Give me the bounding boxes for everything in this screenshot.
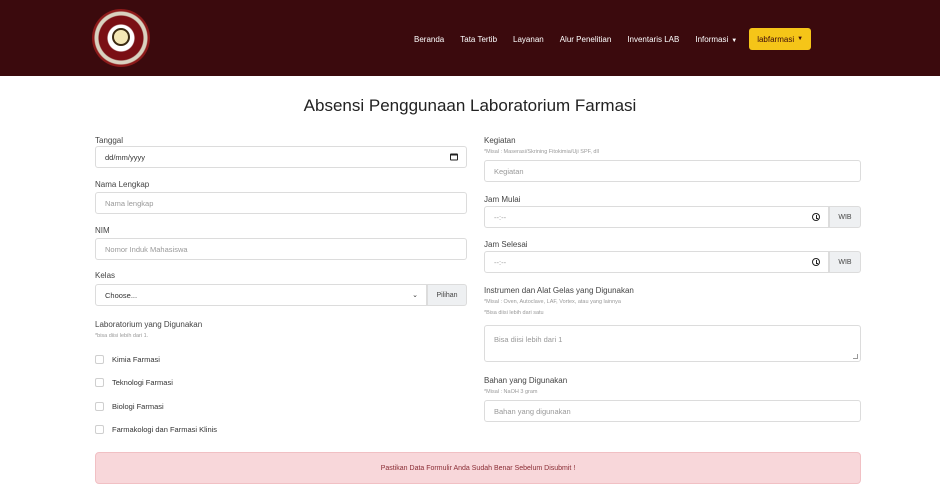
kelas-label: Kelas xyxy=(95,271,116,280)
page-title: Absensi Penggunaan Laboratorium Farmasi xyxy=(303,96,637,115)
lab-hint: *bisa diisi lebih dari 1. xyxy=(95,333,149,339)
jam-mulai-value: --:-- xyxy=(494,212,507,222)
nim-input[interactable]: Nomor Induk Mahasiswa xyxy=(95,238,467,260)
nama-placeholder: Nama lengkap xyxy=(105,198,154,208)
lab-option-farmakologi[interactable]: Farmakologi dan Farmasi Klinis xyxy=(95,425,217,434)
jam-selesai-input[interactable]: --:-- xyxy=(484,251,829,273)
kelas-value: Choose... xyxy=(105,290,138,300)
instrumen-placeholder: Bisa diisi lebih dari 1 xyxy=(494,335,563,344)
lab-option-label: Teknologi Farmasi xyxy=(112,378,173,387)
nama-input[interactable]: Nama lengkap xyxy=(95,192,467,214)
university-logo[interactable] xyxy=(92,9,150,67)
lab-option-biologi[interactable]: Biologi Farmasi xyxy=(95,402,164,411)
instrumen-hint: *Misal : Oven, Autoclave, LAF, Vortex, a… xyxy=(484,299,621,305)
instrumen-textarea[interactable]: Bisa diisi lebih dari 1 xyxy=(484,325,861,362)
nav-informasi-label: Informasi xyxy=(695,34,729,44)
nim-label: NIM xyxy=(95,226,110,235)
instrumen-hint-2: *Bisa diisi lebih dari satu xyxy=(484,310,544,316)
nav-dropdown-informasi[interactable]: Informasi ▼ xyxy=(687,35,745,44)
nav-link-layanan[interactable]: Layanan xyxy=(505,35,552,44)
nama-label: Nama Lengkap xyxy=(95,180,150,189)
nav-link-tata-tertib[interactable]: Tata Tertib xyxy=(452,35,505,44)
lab-option-label: Farmakologi dan Farmasi Klinis xyxy=(112,425,218,434)
tanggal-label: Tanggal xyxy=(95,136,124,145)
tanggal-date-input[interactable]: dd/mm/yyyy xyxy=(95,146,467,168)
kegiatan-input[interactable]: Kegiatan xyxy=(484,160,861,182)
clock-icon[interactable] xyxy=(812,213,820,221)
checkbox[interactable] xyxy=(95,425,104,434)
caret-down-icon: ▼ xyxy=(797,36,804,42)
nim-placeholder: Nomor Induk Mahasiswa xyxy=(105,244,188,254)
nav-link-inventaris[interactable]: Inventaris LAB xyxy=(619,35,687,44)
kegiatan-label: Kegiatan xyxy=(484,136,516,145)
resize-handle-icon[interactable] xyxy=(853,354,858,359)
labfarmasi-dropdown-button[interactable]: labfarmasi ▼ xyxy=(749,28,812,50)
jam-selesai-label: Jam Selesai xyxy=(484,240,528,249)
kelas-addon: Pilihan xyxy=(427,284,467,306)
navbar: Beranda Tata Tertib Layanan Alur Penelit… xyxy=(0,0,940,76)
kelas-select[interactable]: Choose... ⌄ xyxy=(95,284,427,306)
chevron-down-icon: ⌄ xyxy=(412,292,418,299)
jam-mulai-label: Jam Mulai xyxy=(484,195,521,204)
bahan-placeholder: Bahan yang digunakan xyxy=(494,406,571,416)
checkbox[interactable] xyxy=(95,378,104,387)
nav-link-alur-penelitian[interactable]: Alur Penelitian xyxy=(552,35,620,44)
lab-label: Laboratorium yang Digunakan xyxy=(95,320,203,329)
kegiatan-placeholder: Kegiatan xyxy=(494,166,524,176)
calendar-icon[interactable] xyxy=(450,153,458,161)
nav-link-beranda[interactable]: Beranda xyxy=(406,35,452,44)
jam-mulai-addon: WIB xyxy=(829,206,861,228)
bahan-label: Bahan yang Digunakan xyxy=(484,376,568,385)
lab-option-teknologi[interactable]: Teknologi Farmasi xyxy=(95,378,173,387)
labfarmasi-label: labfarmasi xyxy=(757,34,795,44)
kegiatan-hint: *Misal : Maserasi/Skrining Fitokimia/Uji… xyxy=(484,149,599,155)
nav-menu: Beranda Tata Tertib Layanan Alur Penelit… xyxy=(406,28,812,50)
lab-option-kimia[interactable]: Kimia Farmasi xyxy=(95,355,160,364)
lab-option-label: Biologi Farmasi xyxy=(112,402,164,411)
logo-emblem-icon xyxy=(112,28,130,46)
jam-selesai-addon: WIB xyxy=(829,251,861,273)
checkbox[interactable] xyxy=(95,402,104,411)
jam-selesai-value: --:-- xyxy=(494,257,507,267)
clock-icon[interactable] xyxy=(812,258,820,266)
bahan-input[interactable]: Bahan yang digunakan xyxy=(484,400,861,422)
checkbox[interactable] xyxy=(95,355,104,364)
jam-mulai-input[interactable]: --:-- xyxy=(484,206,829,228)
lab-option-label: Kimia Farmasi xyxy=(112,355,160,364)
caret-down-icon: ▼ xyxy=(731,37,738,44)
tanggal-value: dd/mm/yyyy xyxy=(105,152,146,162)
warning-alert: Pastikan Data Formulir Anda Sudah Benar … xyxy=(95,452,861,484)
instrumen-label: Instrumen dan Alat Gelas yang Digunakan xyxy=(484,286,634,295)
bahan-hint: *Misal : NaOH 3 gram xyxy=(484,389,538,395)
